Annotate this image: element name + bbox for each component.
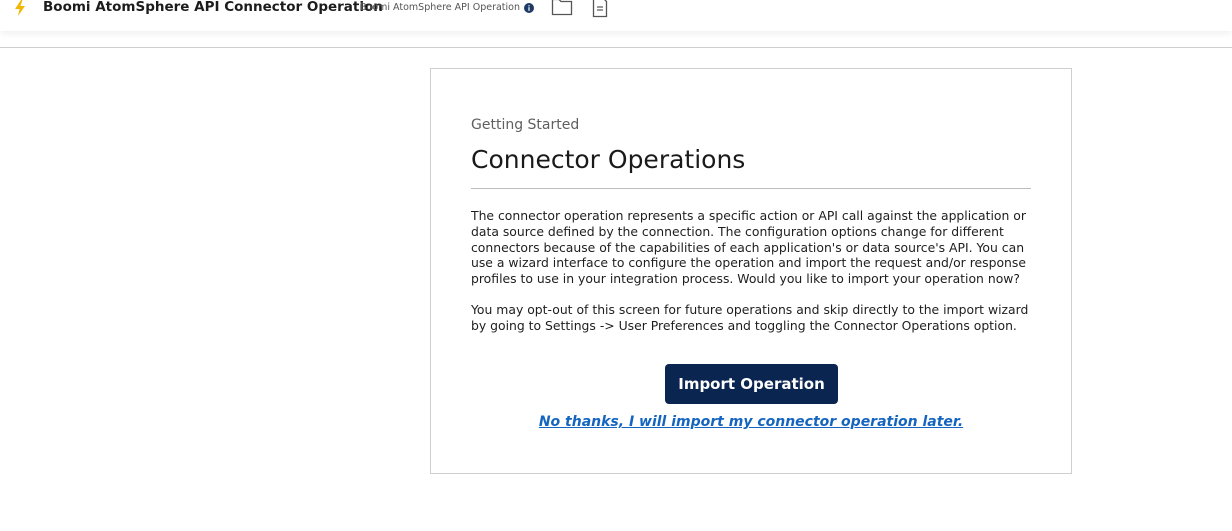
page-title: Boomi AtomSphere API Connector Operation xyxy=(43,0,383,15)
top-toolbar: Boomi AtomSphere API Connector Operation… xyxy=(0,0,1232,31)
document-icon[interactable] xyxy=(591,0,609,18)
opt-out-paragraph: You may opt-out of this screen for futur… xyxy=(471,302,1029,333)
import-operation-button[interactable]: Import Operation xyxy=(665,364,838,404)
bolt-icon xyxy=(15,0,25,16)
heading-divider xyxy=(471,188,1031,189)
header-divider xyxy=(0,47,1232,48)
card-eyebrow: Getting Started xyxy=(471,117,580,133)
info-icon[interactable] xyxy=(524,3,534,13)
getting-started-card: Getting Started Connector Operations The… xyxy=(430,68,1072,474)
folder-icon[interactable] xyxy=(551,0,573,16)
description-paragraph: The connector operation represents a spe… xyxy=(471,208,1026,287)
import-later-link[interactable]: No thanks, I will import my connector op… xyxy=(431,414,1071,430)
operation-type-label: Boomi AtomSphere API Operation xyxy=(360,2,520,13)
card-heading: Connector Operations xyxy=(471,145,746,174)
